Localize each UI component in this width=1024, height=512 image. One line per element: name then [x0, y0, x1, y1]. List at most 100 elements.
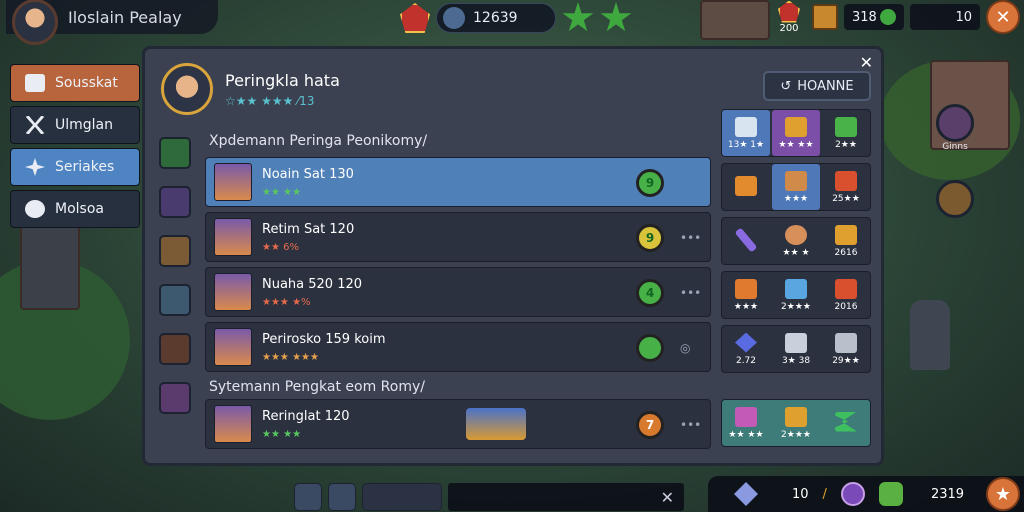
more-icon[interactable]: •••	[680, 286, 701, 300]
grid-cell[interactable]: 29★★	[822, 326, 870, 372]
grid-label: 2★★★	[781, 301, 811, 312]
grid-label: ★★ ★★	[728, 429, 764, 440]
hero-subtitle: ☆★★ ★★★ ⁄13	[225, 93, 315, 108]
star-button[interactable]: ★	[986, 477, 1020, 511]
grid-row: 13★ 1★ ★★ ★★ 2★★	[721, 109, 871, 157]
grid-cell[interactable]	[822, 400, 870, 446]
helmet-icon	[785, 116, 807, 137]
home-button[interactable]: ↺ HOANNE	[763, 71, 871, 101]
row-sub: ★★ ★★	[262, 186, 302, 198]
hand-icon[interactable]	[294, 483, 322, 511]
grid-cell[interactable]: 3★ 38	[772, 326, 820, 372]
player-profile[interactable]: Iloslain Pealay	[6, 0, 218, 45]
coin-icon[interactable]	[936, 180, 974, 218]
shield-icon[interactable]	[328, 483, 356, 511]
scroll-icon	[25, 74, 45, 92]
list-row[interactable]: Noain Sat 130 ★★ ★★ 9	[205, 157, 711, 207]
level-orb[interactable]: 9	[636, 169, 664, 197]
grid-label: 2★★	[835, 139, 857, 150]
clover-icon	[878, 482, 903, 506]
more-icon[interactable]: •••	[680, 418, 701, 432]
nav-item-ulmglan[interactable]: Ulmglan	[10, 106, 140, 144]
grid-cell[interactable]: 2616	[822, 218, 870, 264]
level-orb[interactable]: 4	[636, 279, 664, 307]
section-title-2: Sytemann Pengkat eom Romy/	[209, 379, 425, 395]
currency-value: 12639	[473, 10, 518, 26]
hero-thumb[interactable]	[159, 382, 191, 414]
list-row[interactable]: Perirosko 159 koim ★★★ ★★★ ◎	[205, 322, 711, 372]
grid-cell[interactable]: 13★ 1★	[722, 110, 770, 156]
arrow-icon	[835, 411, 857, 432]
chat-field[interactable]: ✕	[448, 483, 684, 511]
grid-label: ★★ ★★	[778, 139, 814, 150]
grid-cell[interactable]: 2★★	[822, 110, 870, 156]
nav-item-seriakes[interactable]: Seriakes	[10, 148, 140, 186]
row-avatar	[214, 328, 252, 366]
list-row[interactable]: Nuaha 520 120 ★★★ ★% 4 •••	[205, 267, 711, 317]
grid-cell[interactable]	[722, 218, 770, 264]
status-orb[interactable]	[636, 334, 664, 362]
grid-row: ★★★ 25★★	[721, 163, 871, 211]
hero-thumb[interactable]	[159, 186, 191, 218]
crystal-icon	[785, 278, 807, 299]
right-side-icons: Ginns	[936, 104, 974, 218]
close-icon[interactable]: ✕	[986, 0, 1020, 34]
level-orb[interactable]: 9	[636, 224, 664, 252]
row-name: Reringlat 120	[262, 408, 350, 424]
resource-value-2: 10	[955, 9, 972, 25]
hero-avatar[interactable]	[161, 63, 213, 115]
more-icon[interactable]: •••	[680, 231, 701, 245]
grid-label: 25★★	[832, 193, 860, 204]
crate-icon	[835, 278, 857, 299]
level-orb[interactable]: 7	[636, 411, 664, 439]
gear-icon[interactable]	[443, 7, 465, 29]
gold-icon	[835, 224, 857, 245]
ruby-resource[interactable]: 200	[778, 0, 800, 34]
nav-label: Seriakes	[55, 159, 115, 175]
character-icon	[785, 224, 807, 245]
hero-thumb[interactable]	[159, 235, 191, 267]
ruby-count: 200	[779, 22, 799, 34]
orb-icon[interactable]	[840, 482, 865, 506]
creature-icon	[785, 170, 807, 191]
row-name: Perirosko 159 koim	[262, 331, 386, 347]
grid-cell[interactable]: 2.72	[722, 326, 770, 372]
grid-cell[interactable]: ★★★	[722, 272, 770, 318]
currency-chip[interactable]: 12639	[436, 3, 556, 33]
guild-button[interactable]: Ginns	[936, 104, 974, 152]
hero-thumb[interactable]	[159, 284, 191, 316]
leaf-icon	[835, 116, 857, 137]
grid-cell[interactable]	[722, 164, 770, 210]
info-icon[interactable]: ◎	[680, 341, 690, 355]
hero-panel: ✕ Peringkla hata ☆★★ ★★★ ⁄13 ↺ HOANNE Xp…	[142, 46, 884, 466]
grid-cell[interactable]: ★★ ★★	[772, 110, 820, 156]
close-icon[interactable]: ✕	[661, 488, 674, 507]
list-row[interactable]: Retim Sat 120 ★★ 6% 9 •••	[205, 212, 711, 262]
grid-cell[interactable]: 2★★★	[772, 400, 820, 446]
grid-cell[interactable]: 2★★★	[772, 272, 820, 318]
ruby-icon	[778, 0, 800, 23]
grid-label: ★★★	[783, 193, 809, 204]
grid-cell[interactable]: ★★★	[772, 164, 820, 210]
grid-cell[interactable]: 25★★	[822, 164, 870, 210]
nav-item-sousskat[interactable]: Sousskat	[10, 64, 140, 102]
chest-icon[interactable]	[812, 4, 838, 30]
hero-thumb[interactable]	[159, 333, 191, 365]
list-row[interactable]: Reringlat 120 ★★ ★★ 7 •••	[205, 399, 711, 449]
grid-cell[interactable]: ★★ ★★	[722, 400, 770, 446]
hero-thumb[interactable]	[159, 137, 191, 169]
divider: /	[822, 486, 827, 502]
player-avatar[interactable]	[12, 0, 58, 45]
nav-item-molsoa[interactable]: Molsoa	[10, 190, 140, 228]
hero-avatar-column	[159, 137, 195, 431]
row-avatar	[214, 218, 252, 256]
resource-bar-2: 10	[910, 4, 980, 30]
row-sub: ★★ ★★	[262, 428, 302, 440]
soldier-figure	[910, 300, 950, 370]
gear-icon	[25, 200, 45, 218]
grid-cell[interactable]: 2016	[822, 272, 870, 318]
close-icon[interactable]: ✕	[860, 53, 873, 72]
home-label: HOANNE	[797, 78, 854, 94]
quick-slots[interactable]	[362, 483, 442, 511]
grid-cell[interactable]: ★★ ★	[772, 218, 820, 264]
